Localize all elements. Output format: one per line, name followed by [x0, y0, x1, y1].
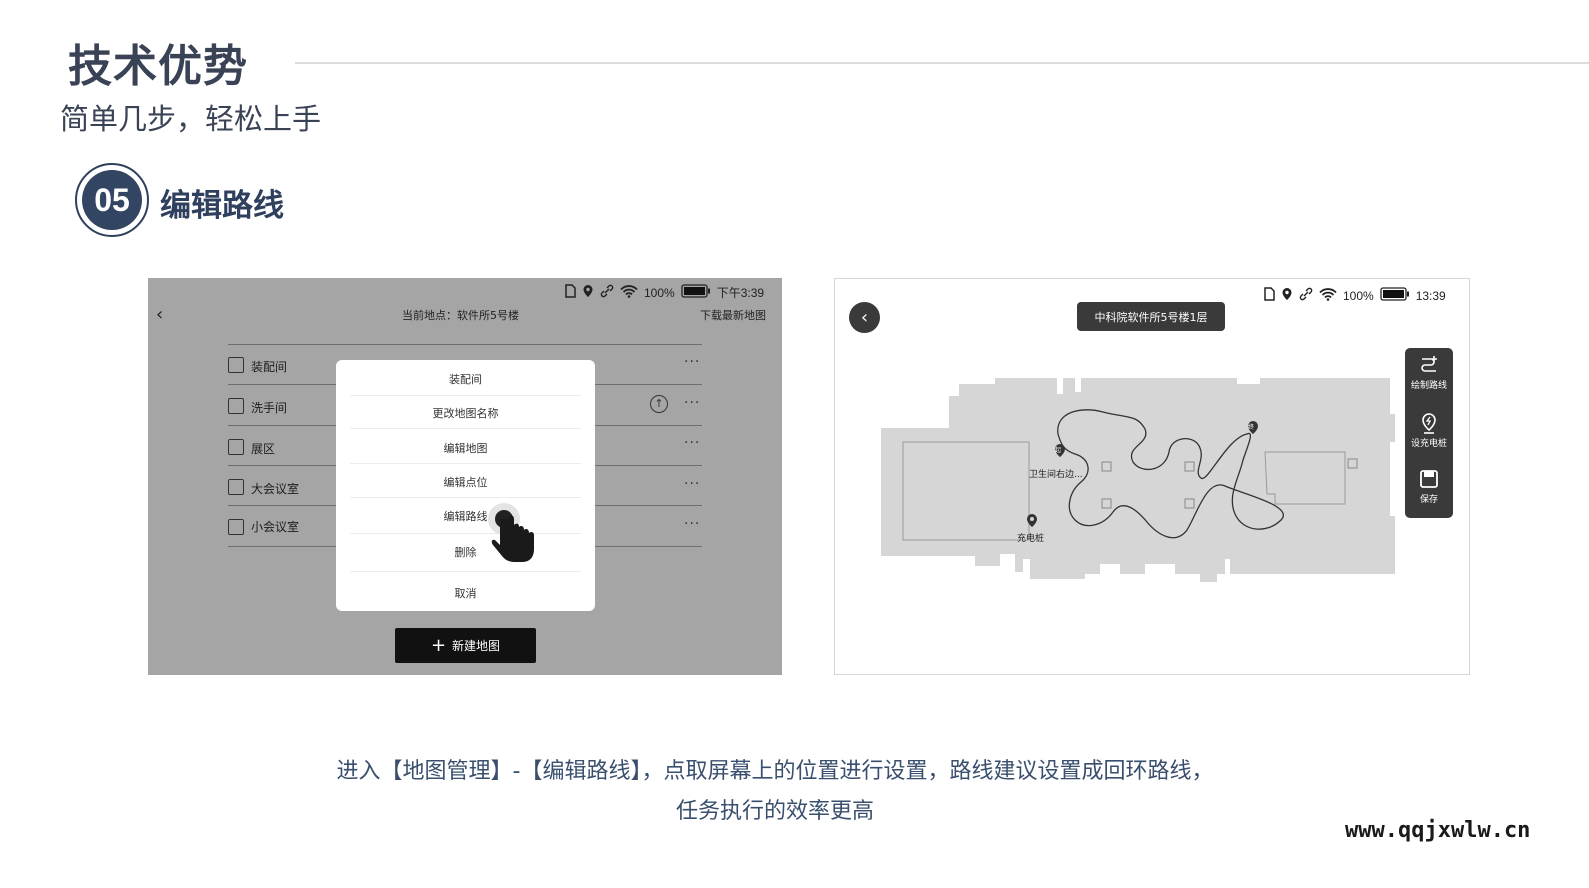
caption-line-1: 进入【地图管理】-【编辑路线】，点取屏幕上的位置进行设置，路线建议设置成回环路线…	[336, 759, 1214, 784]
left-status-time: 下午3:39	[716, 286, 765, 300]
menu-item-rename-map[interactable]: 更改地图名称	[336, 405, 595, 421]
map-icon	[228, 479, 244, 495]
page-subtitle: 简单几步，轻松上手	[60, 102, 322, 136]
menu-header: 装配间	[449, 373, 482, 386]
more-icon[interactable]: ···	[684, 476, 700, 492]
menu-divider	[350, 463, 581, 464]
step-title: 编辑路线	[160, 188, 284, 224]
caption-line-2: 任务执行的效率更高	[675, 799, 874, 824]
map-action-menu: 装配间 更改地图名称 编辑地图 编辑点位 编辑路线 删除 取消	[336, 360, 595, 611]
menu-item-edit-map[interactable]: 编辑地图	[336, 440, 595, 456]
left-battery-percent: 100%	[644, 285, 675, 300]
title-divider	[295, 62, 1589, 64]
restroom-point-label: 卫生间右边...	[1029, 468, 1083, 480]
menu-divider	[350, 428, 581, 429]
save-label: 保存	[1419, 495, 1438, 505]
more-icon[interactable]: ···	[684, 395, 700, 411]
end-marker-label: 终	[1248, 423, 1254, 431]
back-button[interactable]: ‹	[849, 302, 880, 333]
link-icon	[1299, 287, 1313, 304]
list-divider	[228, 344, 702, 345]
link-icon	[600, 284, 614, 301]
draw-route-label: 绘制路线	[1410, 381, 1447, 391]
map-icon	[228, 357, 244, 373]
map-title-badge: 中科院软件所5号楼1层	[1077, 302, 1225, 331]
location-icon	[1281, 287, 1293, 304]
battery-icon	[681, 284, 711, 301]
draw-route-icon	[1421, 356, 1437, 372]
more-icon[interactable]: ···	[684, 354, 700, 370]
back-chevron-icon[interactable]: ‹	[156, 304, 163, 325]
start-marker-label: 起	[1055, 446, 1061, 454]
sim-icon	[1263, 287, 1275, 304]
new-map-button[interactable]: + 新建地图	[395, 628, 536, 663]
chevron-left-icon: ‹	[860, 307, 869, 328]
map-name: 大会议室	[251, 482, 300, 496]
upload-icon[interactable]: ↑	[650, 395, 668, 413]
current-location-label: 当前地点：软件所5号楼	[402, 309, 519, 322]
map-tool-panel: 绘制路线 设充电桩 保存	[1405, 348, 1453, 518]
battery-icon	[1380, 287, 1410, 304]
right-status-bar: 100% 13:39	[1263, 287, 1446, 304]
plus-icon: +	[430, 634, 447, 656]
more-icon[interactable]: ···	[684, 435, 700, 451]
charger-pin-icon	[1422, 413, 1436, 434]
menu-item-delete[interactable]: 删除	[336, 544, 595, 560]
new-map-label: 新建地图	[452, 639, 501, 653]
download-map-link[interactable]: 下载最新地图	[700, 307, 766, 323]
menu-divider	[350, 497, 581, 498]
menu-cancel-button[interactable]: 取消	[336, 585, 595, 601]
menu-divider	[350, 533, 581, 534]
map-icon	[228, 439, 244, 455]
map-name: 小会议室	[251, 520, 300, 534]
left-status-bar: 100% 下午3:39	[564, 284, 764, 301]
map-icon	[228, 398, 244, 414]
menu-item-edit-points[interactable]: 编辑点位	[336, 474, 595, 490]
set-charger-label: 设充电桩	[1410, 439, 1447, 449]
map-name: 装配间	[251, 360, 288, 374]
wifi-icon	[620, 284, 638, 301]
charger-point-label: 充电桩	[1017, 532, 1044, 544]
route-editor-screenshot: 100% 13:39 ‹ 中科院软件所5号楼1层 起 终 卫生间右边... 充电…	[834, 278, 1470, 675]
draw-route-tool[interactable]: 绘制路线	[1405, 354, 1453, 391]
right-battery-percent: 100%	[1343, 288, 1374, 303]
sim-icon	[564, 284, 576, 301]
save-tool[interactable]: 保存	[1405, 468, 1453, 505]
floor-plan-map[interactable]: 起 终 卫生间右边... 充电桩	[875, 374, 1405, 589]
right-status-time: 13:39	[1415, 288, 1446, 303]
page-title: 技术优势	[68, 41, 248, 92]
step-number: 05	[82, 170, 142, 230]
more-icon[interactable]: ···	[684, 516, 700, 532]
map-name: 展区	[251, 442, 276, 456]
save-icon	[1420, 470, 1438, 488]
tap-hand-cursor-icon	[488, 501, 540, 567]
menu-divider	[350, 571, 581, 572]
wifi-icon	[1319, 287, 1337, 304]
set-charger-tool[interactable]: 设充电桩	[1405, 412, 1453, 449]
map-list-screenshot: 100% 下午3:39 ‹ 当前地点：软件所5号楼 下载最新地图 装配间 ···…	[148, 278, 782, 675]
menu-item-edit-route[interactable]: 编辑路线	[336, 508, 595, 524]
map-name: 洗手间	[251, 401, 288, 415]
map-icon	[228, 519, 244, 535]
watermark-url: www.qqjxwlw.cn	[1345, 818, 1531, 843]
step-number-badge: 05	[75, 163, 149, 237]
menu-divider	[350, 395, 581, 396]
location-icon	[582, 284, 594, 301]
